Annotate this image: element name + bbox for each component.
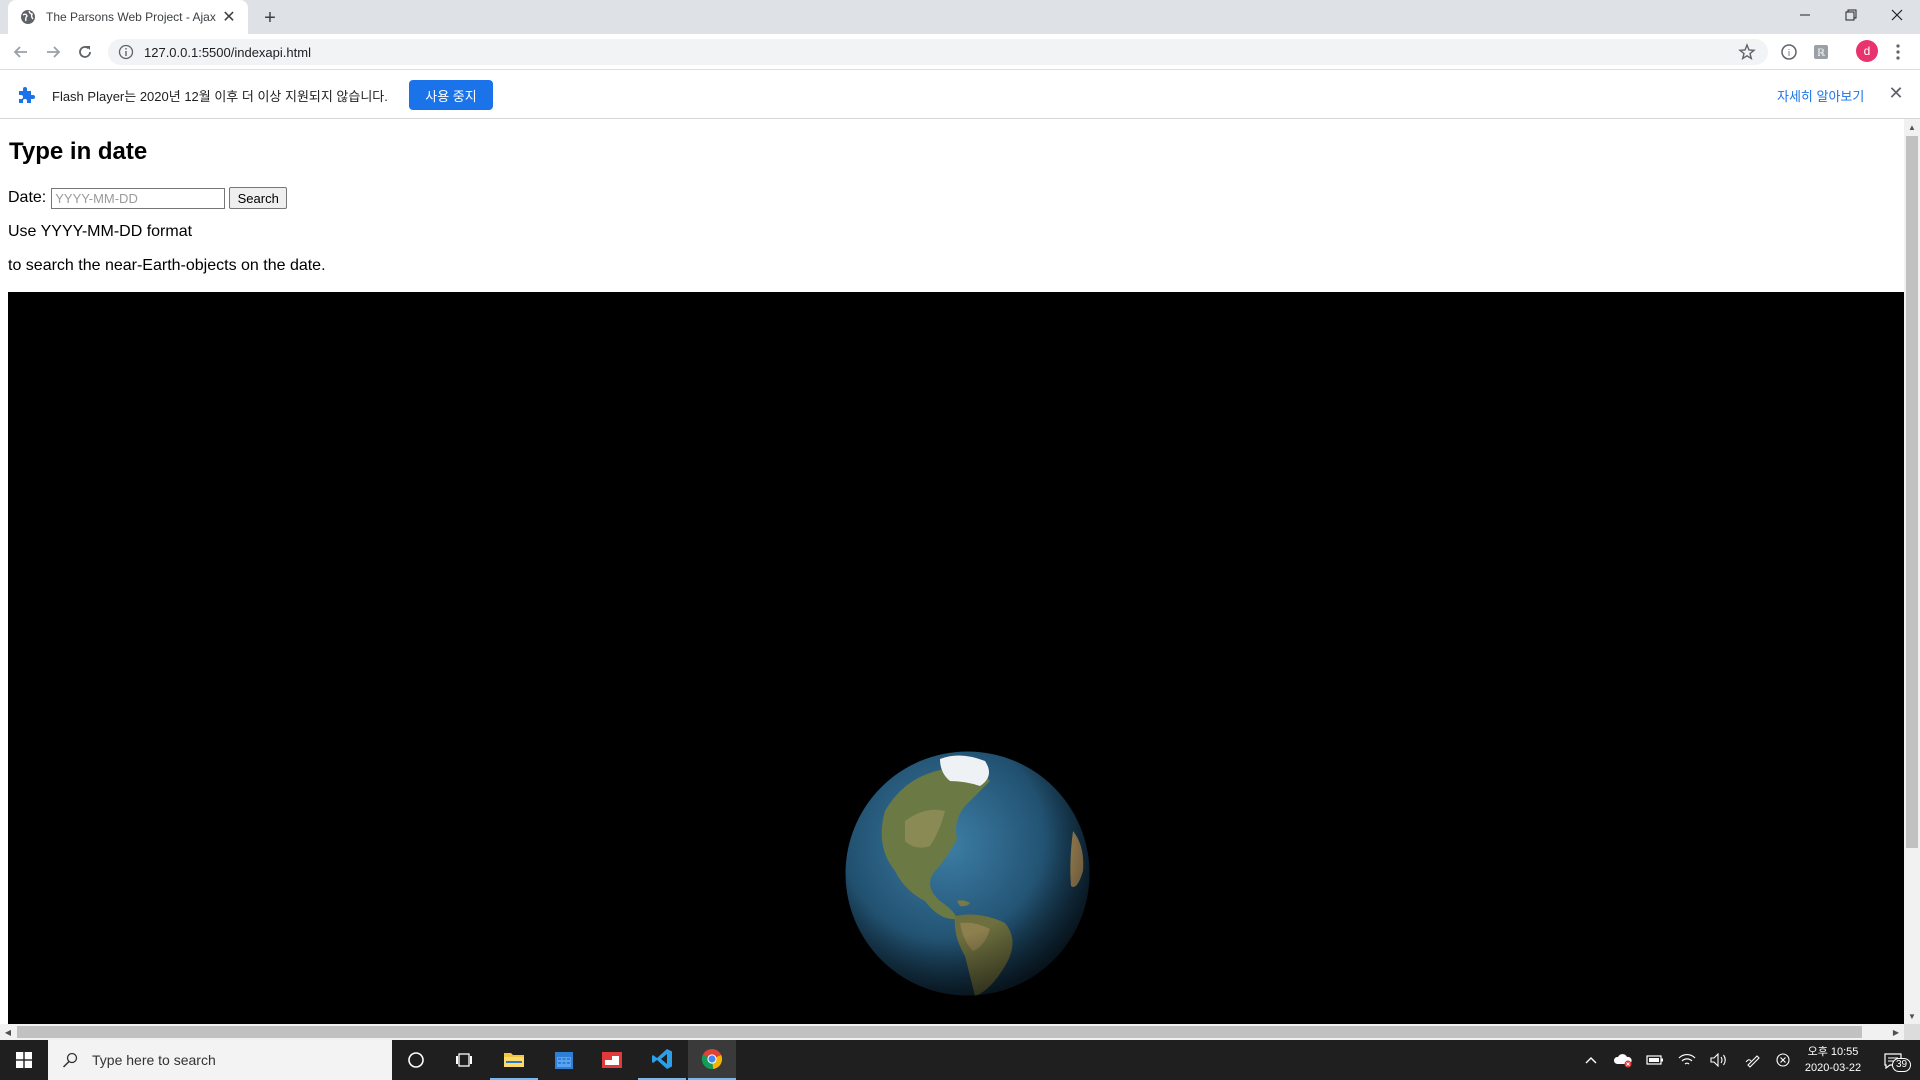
page-title: Type in date — [9, 138, 148, 165]
cortana-circle-icon — [408, 1052, 424, 1068]
battery-icon[interactable] — [1640, 1040, 1670, 1080]
folder-icon — [504, 1053, 524, 1067]
volume-icon[interactable] — [1704, 1040, 1734, 1080]
scroll-right-arrow-icon[interactable]: ▶ — [1888, 1024, 1904, 1040]
horizontal-scrollbar[interactable]: ◀ ▶ — [0, 1024, 1904, 1040]
date-label: Date: — [8, 189, 47, 206]
info-icon[interactable] — [118, 44, 134, 60]
search-icon — [62, 1052, 78, 1068]
taskbar-search[interactable]: Type here to search — [48, 1040, 392, 1080]
show-hidden-icons-chevron-icon[interactable] — [1576, 1040, 1606, 1080]
format-hint: Use YYYY-MM-DD format — [8, 223, 193, 240]
earth-globe — [845, 751, 1090, 996]
globe-icon — [20, 9, 36, 25]
restore-button[interactable] — [1828, 0, 1874, 30]
close-window-button[interactable] — [1874, 0, 1920, 30]
wifi-icon[interactable] — [1672, 1040, 1702, 1080]
browser-tab[interactable]: The Parsons Web Project - Ajax ✕ — [8, 0, 248, 34]
browser-toolbar: 127.0.0.1:5500/indexapi.html i ℝ — [0, 34, 1920, 70]
cortana-button[interactable] — [392, 1040, 440, 1080]
windows-logo-icon — [16, 1052, 32, 1068]
taskbar-clock[interactable]: 오후 10:55 2020-03-22 — [1792, 1044, 1874, 1076]
tab-title: The Parsons Web Project - Ajax — [46, 10, 216, 24]
vertical-scrollbar[interactable]: ▲ ▼ — [1904, 119, 1920, 1024]
date-form: Date: Search — [8, 187, 288, 209]
office-icon — [602, 1052, 622, 1068]
task-view-icon — [456, 1053, 472, 1067]
start-button[interactable] — [0, 1040, 48, 1080]
file-explorer-button[interactable] — [490, 1040, 538, 1080]
translate-extension-icon[interactable]: ℝ — [1811, 42, 1831, 62]
address-bar[interactable]: 127.0.0.1:5500/indexapi.html — [108, 39, 1768, 65]
reload-icon[interactable] — [72, 39, 98, 65]
horizontal-scroll-thumb[interactable] — [17, 1026, 1862, 1038]
vscode-icon — [652, 1049, 672, 1069]
svg-text:ℝ: ℝ — [1817, 48, 1825, 59]
taskbar-search-placeholder: Type here to search — [92, 1052, 216, 1068]
vscode-button[interactable] — [638, 1040, 686, 1080]
search-button[interactable]: Search — [229, 187, 288, 209]
task-view-button[interactable] — [440, 1040, 488, 1080]
profile-avatar[interactable]: d — [1856, 40, 1878, 62]
tab-strip: The Parsons Web Project - Ajax ✕ + — [0, 0, 1920, 34]
puzzle-piece-icon — [16, 85, 36, 105]
calendar-app-button[interactable] — [540, 1040, 588, 1080]
action-center-button[interactable]: 39 — [1878, 1048, 1912, 1074]
learn-more-link[interactable]: 자세히 알아보기 — [1777, 86, 1864, 105]
notification-count-badge: 39 — [1892, 1058, 1912, 1072]
search-description: to search the near-Earth-objects on the … — [8, 257, 326, 274]
chrome-button[interactable] — [688, 1040, 736, 1080]
url-text: 127.0.0.1:5500/indexapi.html — [144, 44, 311, 60]
disable-button[interactable]: 사용 중지 — [409, 80, 493, 110]
scroll-left-arrow-icon[interactable]: ◀ — [0, 1024, 16, 1040]
minimize-button[interactable] — [1782, 0, 1828, 30]
new-tab-button[interactable]: + — [258, 6, 282, 30]
extension-icon[interactable]: i — [1779, 42, 1799, 62]
vertical-scroll-thumb[interactable] — [1906, 136, 1918, 848]
infobar-message: Flash Player는 2020년 12월 이후 더 이상 지원되지 않습니… — [52, 89, 388, 104]
clock-date: 2020-03-22 — [1804, 1062, 1862, 1074]
onedrive-error-icon[interactable] — [1608, 1040, 1638, 1080]
menu-kebab-icon[interactable] — [1888, 42, 1908, 62]
scrollbar-corner — [1904, 1024, 1920, 1040]
bookmark-star-icon[interactable] — [1738, 43, 1756, 61]
scroll-down-arrow-icon[interactable]: ▼ — [1904, 1008, 1920, 1024]
close-infobar-icon[interactable]: ✕ — [1886, 83, 1906, 103]
back-arrow-icon[interactable] — [8, 39, 34, 65]
close-tab-icon[interactable]: ✕ — [220, 8, 238, 26]
svg-text:i: i — [1788, 49, 1791, 59]
windows-taskbar: Type here to search 오후 10:55 2020-03-22 … — [0, 1040, 1920, 1080]
scroll-up-arrow-icon[interactable]: ▲ — [1904, 119, 1920, 135]
page-content: Type in date Date: Search Use YYYY-MM-DD… — [0, 119, 1904, 1024]
earth-canvas[interactable] — [8, 292, 1904, 1024]
office-app-button[interactable] — [588, 1040, 636, 1080]
forward-arrow-icon[interactable] — [40, 39, 66, 65]
pen-icon[interactable] — [1738, 1040, 1768, 1080]
chrome-icon — [701, 1049, 723, 1070]
flash-infobar: Flash Player는 2020년 12월 이후 더 이상 지원되지 않습니… — [0, 70, 1920, 119]
clock-time: 오후 10:55 — [1807, 1046, 1859, 1058]
calendar-icon — [555, 1052, 573, 1069]
date-input[interactable] — [51, 187, 226, 209]
